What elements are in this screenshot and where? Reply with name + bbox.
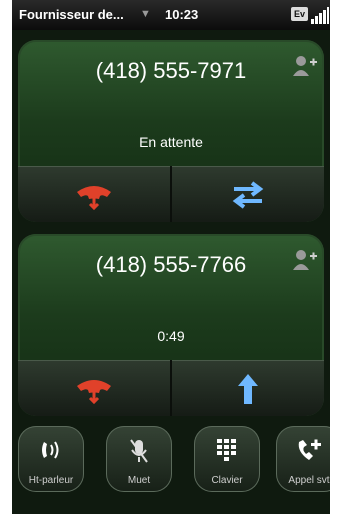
mute-button[interactable]: Muet <box>106 426 172 492</box>
add-contact-icon[interactable] <box>292 54 318 78</box>
call-card-held: (418) 555-7971 En attente <box>18 40 324 222</box>
add-contact-icon[interactable] <box>292 248 318 272</box>
add-call-button[interactable]: Appel svt <box>276 426 330 492</box>
hang-up-button[interactable] <box>18 360 170 416</box>
dock-label: Ht-parleur <box>28 475 74 486</box>
merge-calls-button[interactable] <box>172 360 324 416</box>
hang-up-button[interactable] <box>18 166 170 222</box>
call-controls-dock: Ht-parleur Muet Clavier Appel svt <box>12 420 330 500</box>
hang-up-icon <box>77 186 111 210</box>
carrier-name[interactable]: Fournisseur de... <box>19 7 124 22</box>
phone-screen: Fournisseur de... ▼ 10:23 Ev (418) 555-7… <box>12 0 330 514</box>
clock: 10:23 <box>165 7 199 22</box>
signal-icon <box>311 6 329 24</box>
call-number: (418) 555-7766 <box>95 252 247 277</box>
call-number: (418) 555-7971 <box>95 58 247 83</box>
carrier-dropdown-icon[interactable]: ▼ <box>140 8 151 20</box>
dock-label: Clavier <box>211 475 243 486</box>
swap-calls-button[interactable] <box>172 166 324 222</box>
call-card-active: (418) 555-7766 0:49 <box>18 234 324 416</box>
call-actions <box>18 166 324 222</box>
status-bar: Fournisseur de... ▼ 10:23 Ev <box>12 0 330 30</box>
keypad-icon <box>217 439 236 461</box>
dock-label: Appel svt <box>288 475 330 486</box>
hang-up-icon <box>77 380 111 404</box>
call-status: En attente <box>139 134 203 150</box>
speakerphone-button[interactable]: Ht-parleur <box>18 426 84 492</box>
call-timer: 0:49 <box>157 328 185 344</box>
speakerphone-icon <box>42 441 59 459</box>
mute-icon <box>130 439 148 463</box>
network-badge: Ev <box>291 7 308 21</box>
add-call-icon <box>298 439 321 460</box>
call-actions <box>18 360 324 416</box>
dock-label: Muet <box>127 475 151 486</box>
keypad-button[interactable]: Clavier <box>194 426 260 492</box>
merge-calls-icon <box>238 374 258 404</box>
swap-calls-icon <box>232 181 264 209</box>
